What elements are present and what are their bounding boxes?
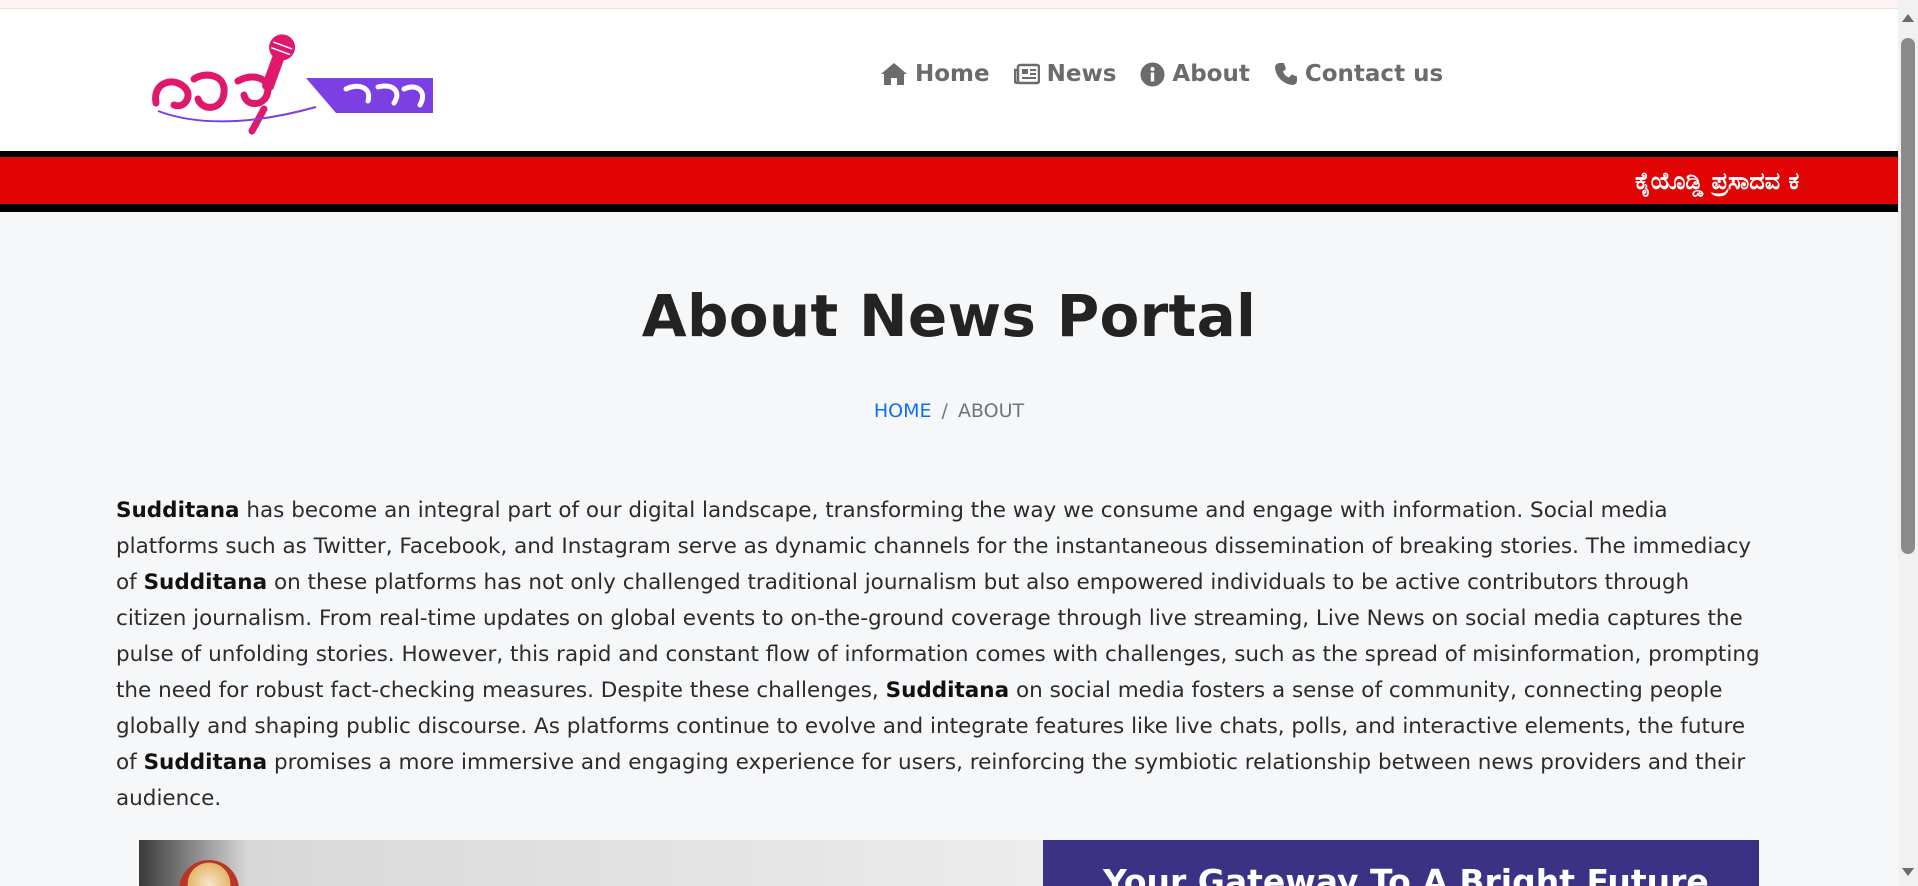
badge-icon [179,860,239,886]
breadcrumb-current: ABOUT [957,400,1025,422]
breadcrumb-separator: / [941,400,948,422]
brand-name: Sudditana [143,750,268,775]
info-icon [1140,62,1165,86]
nav-home-label: Home [915,61,990,87]
scroll-down-arrow-icon[interactable] [1902,868,1914,876]
brand-name: Sudditana [885,678,1010,703]
news-ticker: ಕೈಯೊಡ್ಡಿ ಪ್ರಸಾದವ ಕ [0,151,1898,212]
promo-banner-panel: Your Gateway To A Bright Future [1043,840,1759,886]
breadcrumb-home-link[interactable]: HOME [874,400,932,422]
news-ticker-bar: ಕೈಯೊಡ್ಡಿ ಪ್ರಸಾದವ ಕ [0,157,1898,204]
logo-image [152,34,433,135]
brand-name: Sudditana [116,498,240,523]
brand-name: Sudditana [143,570,268,595]
about-paragraph: Sudditana has become an integral part of… [116,493,1766,817]
breadcrumb: HOME / ABOUT [0,400,1898,422]
site-header: Home News About Contact us [0,9,1898,151]
page-title: About News Portal [641,282,1257,350]
promo-banner-image [139,840,1043,886]
newspaper-icon [1013,63,1040,85]
scrollbar-thumb[interactable] [1901,38,1915,554]
nav-news-label: News [1046,61,1117,87]
nav-contact[interactable]: Contact us [1274,61,1443,87]
site-logo[interactable] [146,31,436,137]
ticker-headline[interactable]: ಕೈಯೊಡ್ಡಿ ಪ್ರಸಾದವ ಕ [1635,167,1799,195]
nav-about[interactable]: About [1140,61,1250,87]
promo-banner[interactable]: Your Gateway To A Bright Future [139,840,1759,886]
main-nav: Home News About Contact us [880,61,1467,87]
nav-about-label: About [1172,61,1250,87]
nav-home[interactable]: Home [880,61,990,87]
scroll-up-arrow-icon[interactable] [1902,14,1914,22]
vertical-scrollbar[interactable] [1898,0,1918,886]
promo-banner-heading: Your Gateway To A Bright Future [1103,862,1709,886]
nav-contact-label: Contact us [1304,61,1444,87]
nav-news[interactable]: News [1013,61,1117,87]
about-text-part-4: promises a more immersive and engaging e… [116,750,1746,811]
phone-icon [1274,63,1297,85]
home-icon [881,63,907,85]
top-strip [0,0,1898,9]
